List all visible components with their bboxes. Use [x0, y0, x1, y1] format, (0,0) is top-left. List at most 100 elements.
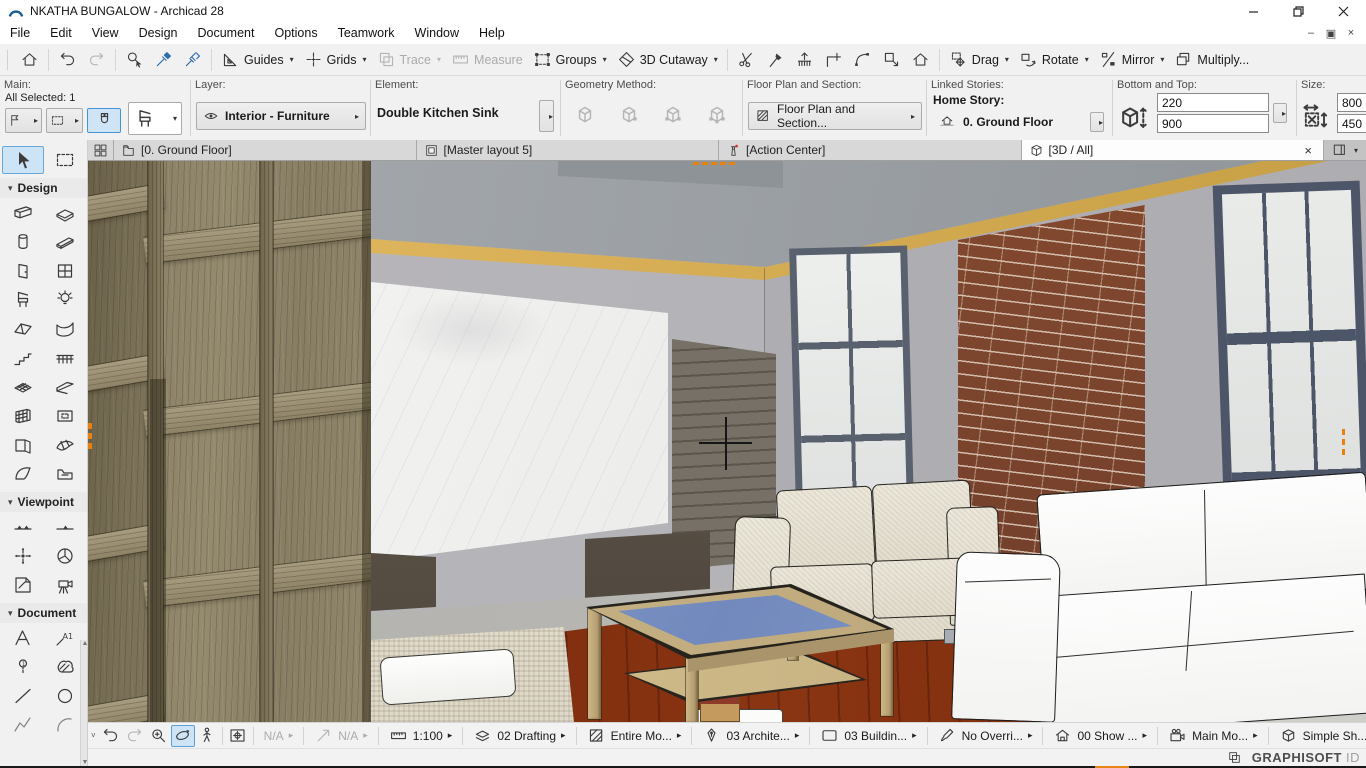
line-ic-tool[interactable]	[2, 681, 44, 710]
interior-elev-tool[interactable]	[2, 541, 44, 570]
home-story-flyout[interactable]: ▸	[1090, 112, 1104, 132]
detail-tool[interactable]	[2, 570, 44, 599]
guides-button[interactable]: Guides▾	[216, 47, 299, 72]
menu-help[interactable]: Help	[469, 26, 515, 40]
magnet-toggle[interactable]	[87, 108, 121, 133]
layer-selector[interactable]: Interior - Furniture ▸	[196, 102, 366, 130]
find-select-button[interactable]	[120, 47, 149, 72]
menu-edit[interactable]: Edit	[40, 26, 82, 40]
toolbox-scrollbar[interactable]: ▲▼	[80, 640, 88, 766]
door-tool[interactable]	[2, 256, 44, 285]
groups-button[interactable]: Groups▾	[528, 47, 612, 72]
geometry-method-4[interactable]	[705, 102, 729, 129]
quick-option-7[interactable]: 03 Buildin...▸	[813, 725, 923, 747]
sectional-white-cushion[interactable]	[379, 648, 516, 705]
tab-close-icon[interactable]: ×	[1300, 143, 1316, 158]
quick-option-9[interactable]: 00 Show ...▸	[1046, 725, 1154, 747]
quick-option-10[interactable]: Main Mo...▸	[1161, 725, 1265, 747]
fillet-button[interactable]	[848, 47, 877, 72]
bar-chevron-icon[interactable]: ˅	[88, 731, 99, 740]
polyline-ic-tool[interactable]	[2, 710, 44, 739]
ramp-tool[interactable]	[44, 372, 86, 401]
bottom-top-flyout[interactable]: ▸	[1273, 103, 1287, 123]
grids-button[interactable]: Grids▾	[299, 47, 372, 72]
section-tool[interactable]	[2, 512, 44, 541]
quick-option-3[interactable]: 1:100▸	[382, 725, 460, 747]
beam-tool[interactable]	[44, 227, 86, 256]
cutaway-button[interactable]: 3D Cutaway▾	[612, 47, 723, 72]
tab-list-dropdown[interactable]: ▾	[1354, 146, 1358, 155]
zone-tool[interactable]	[44, 459, 86, 488]
next-view-button[interactable]	[123, 725, 147, 747]
shell-tool[interactable]	[44, 314, 86, 343]
reshape-button[interactable]	[906, 47, 935, 72]
arrow-mode-button[interactable]: ▸	[5, 108, 42, 133]
previous-view-button[interactable]	[99, 725, 123, 747]
fps-selector[interactable]: Floor Plan and Section... ▸	[748, 102, 922, 130]
curtain-wall-tool[interactable]	[2, 401, 44, 430]
close-button[interactable]	[1321, 0, 1366, 22]
menu-teamwork[interactable]: Teamwork	[328, 26, 405, 40]
trace-button[interactable]: Trace▾	[372, 47, 447, 72]
roof-tool[interactable]	[2, 314, 44, 343]
undo-button[interactable]	[53, 47, 82, 72]
toolbox-section-document[interactable]: ▾Document	[0, 603, 87, 623]
opening-tool[interactable]	[44, 401, 86, 430]
marker-tool[interactable]: 1	[2, 652, 44, 681]
pickup-parameters-button[interactable]	[149, 47, 178, 72]
shell-curved-tool[interactable]	[2, 459, 44, 488]
fit-in-window-button[interactable]	[226, 725, 250, 747]
toolbox-section-viewpoint[interactable]: ▾Viewpoint	[0, 492, 87, 512]
inject-parameters-button[interactable]	[178, 47, 207, 72]
stair-tool[interactable]	[2, 343, 44, 372]
intersect-button[interactable]	[790, 47, 819, 72]
zoom-in-button[interactable]	[147, 725, 171, 747]
tab-3[interactable]: [Action Center]	[719, 140, 1022, 160]
quick-option-5[interactable]: Entire Mo...▸	[580, 725, 689, 747]
arrow-tool-tool[interactable]	[2, 146, 44, 174]
menu-document[interactable]: Document	[188, 26, 265, 40]
menu-view[interactable]: View	[82, 26, 129, 40]
object-tool[interactable]	[2, 285, 44, 314]
column-tool[interactable]	[2, 227, 44, 256]
toolbox-section-design[interactable]: ▾Design	[0, 178, 87, 198]
quick-option-6[interactable]: 03 Archite...▸	[695, 725, 806, 747]
wall-tool[interactable]	[2, 198, 44, 227]
doc-restore-icon[interactable]: ▣	[1324, 27, 1338, 40]
measure-button[interactable]: Measure	[446, 47, 528, 72]
current-tool-button[interactable]: ▾	[128, 102, 182, 135]
doc-minimize-icon[interactable]: –	[1304, 27, 1318, 39]
panel-tool[interactable]	[2, 430, 44, 459]
wooden-bookshelf[interactable]	[88, 161, 371, 722]
trim-button[interactable]	[819, 47, 848, 72]
adjust-button[interactable]	[761, 47, 790, 72]
restore-button[interactable]	[1276, 0, 1321, 22]
menu-design[interactable]: Design	[129, 26, 188, 40]
text-t-tool[interactable]	[2, 623, 44, 652]
redo-button[interactable]	[82, 47, 111, 72]
white-sofa-seat[interactable]	[1032, 574, 1366, 722]
home-button[interactable]	[15, 47, 44, 72]
tab-overview-button[interactable]	[88, 140, 114, 160]
marquee-mode-button[interactable]: ▸	[46, 108, 83, 133]
menu-window[interactable]: Window	[405, 26, 469, 40]
slab-tool[interactable]	[44, 198, 86, 227]
quick-option-4[interactable]: 02 Drafting▸	[466, 725, 572, 747]
window-t-tool[interactable]	[44, 256, 86, 285]
minimize-button[interactable]	[1231, 0, 1276, 22]
geometry-method-3[interactable]	[661, 102, 685, 129]
bottom-offset-field[interactable]	[1157, 114, 1269, 133]
graphisoft-window-icon[interactable]	[1227, 750, 1242, 765]
element-flyout-button[interactable]: ▸	[539, 100, 554, 132]
rotate-button[interactable]: Rotate▾	[1014, 47, 1094, 72]
morph-tool[interactable]	[44, 430, 86, 459]
multiply-button[interactable]: Multiply...	[1169, 47, 1254, 72]
mesh-tool[interactable]	[2, 372, 44, 401]
elevation-tool[interactable]	[44, 512, 86, 541]
menu-file[interactable]: File	[0, 26, 40, 40]
quick-option-8[interactable]: No Overri...▸	[931, 725, 1040, 747]
geometry-method-2[interactable]	[617, 102, 641, 129]
quick-option-2[interactable]: N/A▸	[307, 725, 375, 747]
menu-options[interactable]: Options	[264, 26, 327, 40]
quick-option-1[interactable]: N/A▸	[257, 725, 301, 747]
